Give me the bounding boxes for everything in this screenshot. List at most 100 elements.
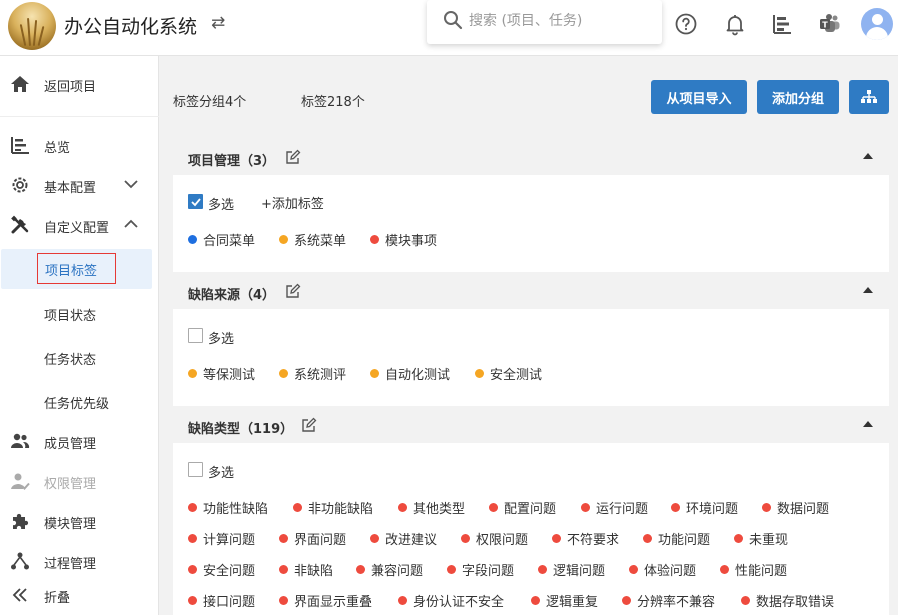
tag-item[interactable]: 安全测试 — [475, 364, 542, 383]
tag-item[interactable]: 界面问题 — [279, 529, 346, 548]
tag-item[interactable]: 等保测试 — [188, 364, 255, 383]
tag-item[interactable]: 环境问题 — [671, 498, 738, 517]
multi-select-label: 多选 — [208, 198, 235, 213]
search-input[interactable] — [469, 8, 654, 34]
sidebar-item-members[interactable]: 成员管理 — [0, 423, 159, 459]
multi-select-checkbox[interactable] — [188, 328, 203, 343]
tag-item[interactable]: 模块事项 — [370, 230, 437, 249]
overview-icon — [11, 137, 29, 154]
collapse-caret-icon[interactable] — [862, 420, 874, 428]
tag-item[interactable]: 其他类型 — [398, 498, 465, 517]
chevron-up-icon — [124, 219, 138, 228]
tag-item[interactable]: 数据问题 — [762, 498, 829, 517]
tag-item[interactable]: 界面显示重叠 — [279, 591, 372, 610]
multi-select-checkbox[interactable] — [188, 462, 203, 477]
search-icon — [444, 11, 463, 30]
collapse-caret-icon[interactable] — [862, 152, 874, 160]
process-icon — [11, 552, 29, 570]
group-title: 缺陷类型（119） — [188, 422, 294, 437]
tag-item[interactable]: 合同菜单 — [188, 230, 255, 249]
tag-item[interactable]: 数据存取错误 — [741, 591, 834, 610]
tag-item[interactable]: 兼容问题 — [356, 560, 423, 579]
sidebar-divider — [0, 116, 159, 117]
group-title: 项目管理（3） — [188, 154, 276, 169]
collapse-caret-icon[interactable] — [862, 286, 874, 294]
org-chart-button[interactable] — [849, 80, 889, 114]
switch-system-icon[interactable]: ⇄ — [211, 13, 225, 33]
edit-icon[interactable] — [285, 283, 301, 299]
tag-item[interactable]: 非功能缺陷 — [293, 498, 373, 517]
app-title: 办公自动化系统 — [64, 16, 198, 38]
add-group-button[interactable]: 添加分组 — [757, 80, 839, 114]
edit-icon[interactable] — [285, 149, 301, 165]
sidebar-item-label: 项目状态 — [44, 309, 97, 324]
tag-item[interactable]: 非缺陷 — [279, 560, 333, 579]
search-box[interactable] — [427, 0, 662, 44]
gear-icon — [12, 177, 28, 193]
tag-group-body: 多选 功能性缺陷 非功能缺陷 其他类型 配置问题 运行问题 环境问题 数据问题 … — [173, 443, 889, 615]
tag-item[interactable]: 安全问题 — [188, 560, 255, 579]
sidebar-item-basic-config[interactable]: 基本配置 — [0, 167, 159, 203]
svg-text:T: T — [822, 21, 828, 30]
gantt-icon[interactable] — [770, 12, 794, 36]
sidebar-item-label: 自定义配置 — [44, 221, 110, 236]
people-icon — [11, 433, 30, 448]
sidebar-subitem-project-tags[interactable]: 项目标签 — [1, 249, 152, 289]
tag-item[interactable]: 体验问题 — [629, 560, 696, 579]
sidebar-item-label: 任务状态 — [44, 353, 97, 368]
teams-icon[interactable]: T — [818, 12, 842, 36]
tag-item[interactable]: 自动化测试 — [370, 364, 450, 383]
user-avatar[interactable] — [861, 8, 893, 40]
tag-group-header[interactable]: 缺陷类型（119） — [173, 407, 889, 443]
sidebar-item-label: 成员管理 — [44, 437, 97, 452]
tools-icon — [11, 215, 29, 234]
group-title: 缺陷来源（4） — [188, 288, 276, 303]
tag-item[interactable]: 运行问题 — [581, 498, 648, 517]
sidebar-item-label: 基本配置 — [44, 181, 97, 196]
tag-group-header[interactable]: 项目管理（3） — [173, 139, 889, 175]
sidebar-subitem-task-priority[interactable]: 任务优先级 — [0, 383, 159, 419]
sidebar-subitem-project-status[interactable]: 项目状态 — [0, 295, 159, 331]
tag-item[interactable]: 功能性缺陷 — [188, 498, 268, 517]
tag-item[interactable]: 分辨率不兼容 — [622, 591, 715, 610]
tag-item[interactable]: 逻辑问题 — [538, 560, 605, 579]
tag-group-header[interactable]: 缺陷来源（4） — [173, 273, 889, 309]
sidebar-item-label: 总览 — [44, 141, 71, 156]
tag-item[interactable]: 功能问题 — [643, 529, 710, 548]
chevron-down-icon — [124, 180, 138, 189]
add-tag-link[interactable]: +添加标签 — [261, 193, 324, 212]
multi-select-checkbox[interactable] — [188, 194, 203, 209]
sidebar-item-back[interactable]: 返回项目 — [0, 66, 159, 102]
tag-item[interactable]: 不符要求 — [552, 529, 619, 548]
tag-item[interactable]: 身份认证不安全 — [398, 591, 504, 610]
edit-icon[interactable] — [301, 417, 317, 433]
double-chevron-left-icon — [12, 588, 27, 602]
sidebar-item-process[interactable]: 过程管理 — [0, 543, 159, 579]
tag-item[interactable]: 配置问题 — [489, 498, 556, 517]
bell-icon[interactable] — [723, 12, 747, 36]
tag-item[interactable]: 逻辑重复 — [531, 591, 598, 610]
sidebar-subitem-task-status[interactable]: 任务状态 — [0, 339, 159, 375]
tag-item[interactable]: 性能问题 — [720, 560, 787, 579]
sidebar-item-collapse[interactable]: 折叠 — [0, 577, 159, 613]
sidebar-item-overview[interactable]: 总览 — [0, 127, 159, 163]
tag-item[interactable]: 系统测评 — [279, 364, 346, 383]
sidebar-item-permission: 权限管理 — [0, 463, 159, 499]
sidebar-item-label: 返回项目 — [44, 80, 97, 95]
sidebar-item-custom-config[interactable]: 自定义配置 — [0, 207, 159, 243]
sidebar: 返回项目 总览 基本配置 自定义配置 项目标签 项目状态 任务状态 任务优先级 … — [0, 56, 159, 615]
sidebar-item-label: 过程管理 — [44, 557, 97, 572]
tag-item[interactable]: 权限问题 — [461, 529, 528, 548]
help-icon[interactable] — [674, 12, 698, 36]
tag-item[interactable]: 系统菜单 — [279, 230, 346, 249]
import-from-project-button[interactable]: 从项目导入 — [651, 80, 747, 114]
sidebar-item-modules[interactable]: 模块管理 — [0, 503, 159, 539]
tag-item[interactable]: 计算问题 — [188, 529, 255, 548]
tag-item[interactable]: 字段问题 — [447, 560, 514, 579]
app-logo — [8, 2, 56, 50]
org-chart-icon — [861, 90, 877, 103]
tag-item[interactable]: 改进建议 — [370, 529, 437, 548]
tag-item[interactable]: 接口问题 — [188, 591, 255, 610]
tag-item[interactable]: 未重现 — [734, 529, 788, 548]
tag-group-body: 多选 +添加标签 合同菜单 系统菜单 模块事项 — [173, 175, 889, 272]
